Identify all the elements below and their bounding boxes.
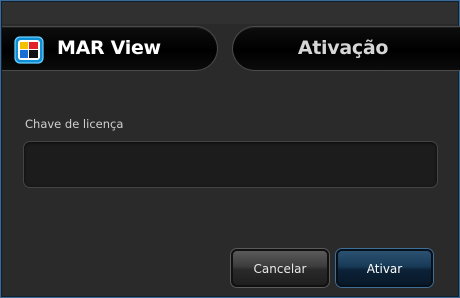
activate-button[interactable]: Ativar bbox=[336, 249, 433, 287]
license-key-label: Chave de licença bbox=[25, 117, 124, 131]
dialog-header: Ativação bbox=[232, 26, 460, 71]
license-key-input[interactable] bbox=[23, 141, 438, 188]
app-header: MAR View bbox=[2, 26, 218, 71]
cancel-button[interactable]: Cancelar bbox=[231, 249, 329, 287]
dialog-title: Ativação bbox=[297, 37, 389, 59]
mar-view-logo-icon bbox=[14, 36, 44, 64]
title-bar bbox=[2, 2, 458, 24]
app-title: MAR View bbox=[57, 37, 161, 59]
activation-window: MAR View Ativação Chave de licença Cance… bbox=[0, 0, 460, 298]
